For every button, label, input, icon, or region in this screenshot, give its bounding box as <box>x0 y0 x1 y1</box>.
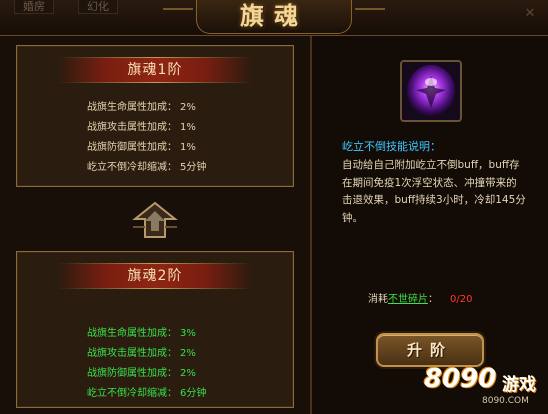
stage-2-box: 旗魂2阶 战旗生命属性加成： 3% 战旗攻击属性加成： 2% 战旗防御属性加成： 2%… <box>16 251 294 408</box>
cost-row: 消耗不世碎片： 0/20 <box>368 290 472 305</box>
skill-title: 屹立不倒技能说明： <box>342 140 441 153</box>
skill-panel: 屹立不倒技能说明： 自动给自己附加屹立不倒buff，buff存在期间免疫1次浮空… <box>314 36 548 414</box>
attr-row: 屹立不倒冷却缩减： 6分钟 <box>87 384 206 404</box>
stage-2-header: 旗魂2阶 <box>57 263 253 289</box>
top-bar: 婚房 幻化 旗魂 ✕ <box>0 0 548 36</box>
attr-name: 屹立不倒冷却缩减： <box>87 162 177 173</box>
attr-value: 1% <box>180 142 196 153</box>
cost-label: 消耗 <box>368 294 388 305</box>
tab-transform[interactable]: 幻化 <box>78 0 118 14</box>
attr-row: 战旗防御属性加成： 2% <box>87 364 206 384</box>
watermark-number: 8090 <box>424 364 497 394</box>
attr-name: 战旗攻击属性加成： <box>87 348 177 359</box>
purple-orb-skill-icon[interactable] <box>400 60 462 122</box>
watermark-domain: 8090.COM <box>482 396 529 406</box>
attr-value: 2% <box>180 348 196 359</box>
attr-name: 屹立不倒冷却缩减： <box>87 388 177 399</box>
attr-name: 战旗防御属性加成： <box>87 368 177 379</box>
stage-2-attributes: 战旗生命属性加成： 3% 战旗攻击属性加成： 2% 战旗防御属性加成： 2% 屹立不倒… <box>87 324 206 404</box>
window-title: 旗魂 <box>163 0 385 34</box>
stage-panel: 旗魂1阶 战旗生命属性加成： 2% 战旗攻击属性加成： 1% 战旗防御属性加成： 1%… <box>0 36 312 414</box>
attr-value: 2% <box>180 102 196 113</box>
attr-row: 战旗防御属性加成： 1% <box>87 138 206 158</box>
tab-marriage[interactable]: 婚房 <box>14 0 54 14</box>
attr-name: 战旗防御属性加成： <box>87 142 177 153</box>
attr-value: 2% <box>180 368 196 379</box>
attr-value: 3% <box>180 328 196 339</box>
stage-1-box: 旗魂1阶 战旗生命属性加成： 2% 战旗攻击属性加成： 1% 战旗防御属性加成： 1%… <box>16 45 294 187</box>
cost-item-link[interactable]: 不世碎片 <box>388 294 428 305</box>
site-watermark: 8090 游戏 8090.COM <box>424 362 548 412</box>
attr-row: 战旗生命属性加成： 3% <box>87 324 206 344</box>
skill-description: 自动给自己附加屹立不倒buff，buff存在期间免疫1次浮空状态、冲撞带来的击退… <box>342 159 526 224</box>
attr-name: 战旗生命属性加成： <box>87 102 177 113</box>
attr-name: 战旗生命属性加成： <box>87 328 177 339</box>
attr-value: 1% <box>180 122 196 133</box>
watermark-game: 游戏 <box>502 375 536 395</box>
cost-separator: ： <box>428 294 438 305</box>
attr-row: 屹立不倒冷却缩减： 5分钟 <box>87 158 206 178</box>
up-arrow-emblem-icon <box>132 201 178 238</box>
close-icon[interactable]: ✕ <box>522 6 538 22</box>
attr-row: 战旗攻击属性加成： 1% <box>87 118 206 138</box>
attr-name: 战旗攻击属性加成： <box>87 122 177 133</box>
attr-row: 战旗生命属性加成： 2% <box>87 98 206 118</box>
attr-value: 6分钟 <box>180 388 207 399</box>
attr-row: 战旗攻击属性加成： 2% <box>87 344 206 364</box>
stage-1-attributes: 战旗生命属性加成： 2% 战旗攻击属性加成： 1% 战旗防御属性加成： 1% 屹立不倒… <box>87 98 206 178</box>
attr-value: 5分钟 <box>180 162 207 173</box>
stage-1-header: 旗魂1阶 <box>57 57 253 83</box>
cost-amount: 0/20 <box>450 294 473 305</box>
